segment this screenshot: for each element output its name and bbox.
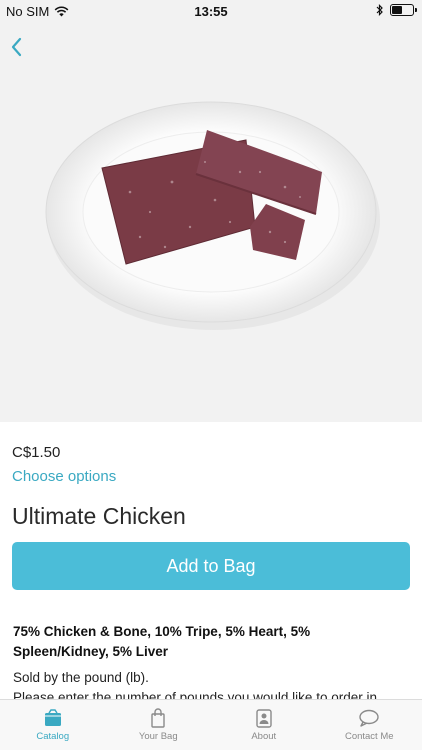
product-photo xyxy=(45,101,380,330)
tab-bar: Catalog Your Bag About Contact Me xyxy=(0,699,422,750)
battery-tip xyxy=(415,8,417,12)
status-right xyxy=(376,4,417,16)
tab-catalog[interactable]: Catalog xyxy=(0,700,106,750)
product-price: C$1.50 xyxy=(12,444,61,461)
tab-your-bag[interactable]: Your Bag xyxy=(106,700,212,750)
tab-about[interactable]: About xyxy=(211,700,317,750)
bag-icon xyxy=(151,708,165,728)
tab-contact-me[interactable]: Contact Me xyxy=(317,700,422,750)
product-composition: 75% Chicken & Bone, 10% Tripe, 5% Heart,… xyxy=(13,624,311,659)
tab-label: Catalog xyxy=(36,731,70,742)
tab-label: About xyxy=(251,731,277,742)
battery-level xyxy=(392,6,402,14)
add-to-bag-button[interactable]: Add to Bag xyxy=(12,542,410,590)
catalog-icon xyxy=(44,709,61,726)
chat-icon xyxy=(359,709,379,727)
status-bar: No SIM 13:55 xyxy=(0,0,422,22)
sold-by-text: Sold by the pound (lb). xyxy=(13,670,149,685)
battery-icon xyxy=(390,4,417,16)
about-icon xyxy=(256,709,272,728)
product-image-area xyxy=(0,22,422,422)
choose-options-link[interactable]: Choose options xyxy=(12,468,116,485)
bluetooth-icon xyxy=(376,4,383,16)
tab-label: Contact Me xyxy=(344,731,394,742)
status-time: 13:55 xyxy=(194,4,228,19)
tab-label: Your Bag xyxy=(138,731,178,742)
product-title: Ultimate Chicken xyxy=(12,503,186,529)
